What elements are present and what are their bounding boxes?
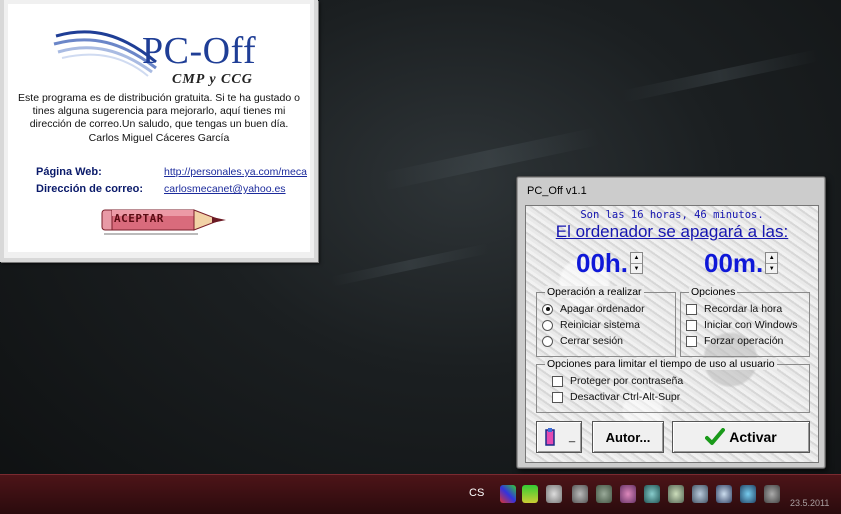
activate-button[interactable]: Activar [672,421,810,453]
title-bar[interactable]: PC_Off v1.1 [521,181,821,201]
spin-down-icon[interactable]: ▼ [631,263,643,274]
tray-app-icon[interactable] [620,485,636,503]
check-iniciar-windows[interactable]: Iniciar con Windows [686,319,797,331]
accept-label: ACEPTAR [114,212,164,225]
minutes-value: 00m. [704,248,764,278]
taskbar: CS 23.5.2011 [0,474,841,514]
email-label: Dirección de correo: [36,183,143,195]
spin-down-icon[interactable]: ▼ [766,263,778,274]
web-link[interactable]: http://personales.ya.com/meca [164,166,307,178]
checkbox[interactable] [552,391,563,403]
about-content: PC-Off CMP y CCG Este programa es de dis… [8,4,310,252]
tray-app-icon[interactable] [740,485,756,503]
tray-app-icon[interactable] [596,485,612,503]
green-checkmark-icon [705,428,726,445]
limit-group: Opciones para limitar el tiempo de uso a… [536,358,810,413]
accept-button[interactable]: ACEPTAR [98,204,232,238]
language-indicator[interactable]: CS [469,487,484,499]
checkbox[interactable] [552,375,563,387]
radio-cerrar-sesion[interactable]: Cerrar sesión [542,335,623,347]
about-author: Carlos Miguel Cáceres García [88,132,230,144]
check-desactivar-ctrl-alt-supr[interactable]: Desactivar Ctrl-Alt-Supr [552,391,680,403]
minimize-label: _ [569,431,576,443]
checkbox-label: Desactivar Ctrl-Alt-Supr [570,391,681,403]
checkbox-label: Proteger por contraseña [570,375,684,387]
desktop-streak [330,243,490,287]
tray-app-icon[interactable] [692,485,708,503]
radio-label: Reiniciar sistema [560,319,640,331]
about-window: PC-Off CMP y CCG Este programa es de dis… [0,0,318,262]
web-label: Página Web: [36,166,102,178]
tray-volume-icon[interactable] [522,485,538,503]
options-group: Opciones Recordar la hora Iniciar con Wi… [680,286,810,357]
minimize-to-tray-icon [545,428,555,446]
author-button[interactable]: Autor... [592,421,664,453]
options-legend: Opciones [689,286,738,298]
radio-button[interactable] [542,335,553,347]
about-description: Este programa es de distribución gratuit… [18,92,300,130]
pcoff-logo: PC-Off CMP y CCG [52,26,282,88]
email-link[interactable]: carlosmecanet@yahoo.es [164,183,286,195]
tray-app-icon[interactable] [716,485,732,503]
tray-app-icon[interactable] [572,485,588,503]
radio-label: Cerrar sesión [560,335,624,347]
check-forzar-operacion[interactable]: Forzar operación [686,335,783,347]
hours-field[interactable]: 00h. ▲ ▼ [576,248,644,278]
taskbar-date[interactable]: 23.5.2011 [790,497,829,509]
operation-legend: Operación a realizar [545,286,644,298]
check-proteger-contrasena[interactable]: Proteger por contraseña [552,375,683,387]
checkbox-label: Forzar operación [704,335,784,347]
window-title: PC_Off v1.1 [527,185,587,197]
spin-up-icon[interactable]: ▲ [766,253,777,263]
operation-group: Operación a realizar Apagar ordenador Re… [536,286,676,357]
activate-label: Activar [729,429,777,445]
hours-value: 00h. [576,248,629,278]
minutes-spinner[interactable]: ▲ ▼ [765,252,779,274]
tray-app-icon[interactable] [500,485,516,503]
minutes-field[interactable]: 00m. ▲ ▼ [704,248,779,278]
spin-up-icon[interactable]: ▲ [631,253,642,263]
tray-app-icon[interactable] [644,485,660,503]
tray-app-icon[interactable] [764,485,780,503]
radio-button[interactable] [542,319,553,331]
pcoff-client-area: Son las 16 horas, 46 minutos. El ordenad… [525,205,819,463]
pcoff-window: PC_Off v1.1 Son las 16 horas, 46 minutos… [516,176,826,469]
radio-label: Apagar ordenador [560,303,645,315]
checkbox[interactable] [686,303,697,315]
tray-app-icon[interactable] [668,485,684,503]
shutdown-title: El ordenador se apagará a las: [555,222,789,241]
radio-reiniciar[interactable]: Reiniciar sistema [542,319,640,331]
checkbox-label: Recordar la hora [704,303,783,315]
checkbox-label: Iniciar con Windows [704,319,798,331]
desktop-streak [620,49,820,103]
current-time-text: Son las 16 horas, 46 minutos. [580,209,764,221]
checkbox[interactable] [686,335,697,347]
check-recordar-hora[interactable]: Recordar la hora [686,303,782,315]
radio-button[interactable] [542,303,553,315]
limit-legend: Opciones para limitar el tiempo de uso a… [545,358,777,370]
tray-network-icon[interactable] [546,485,562,503]
checkbox[interactable] [686,319,697,331]
logo-title: PC-Off [142,30,257,72]
minimize-to-tray-button[interactable]: _ [536,421,582,453]
logo-subtitle: CMP y CCG [172,72,253,87]
radio-apagar[interactable]: Apagar ordenador [542,303,645,315]
hours-spinner[interactable]: ▲ ▼ [630,252,644,274]
